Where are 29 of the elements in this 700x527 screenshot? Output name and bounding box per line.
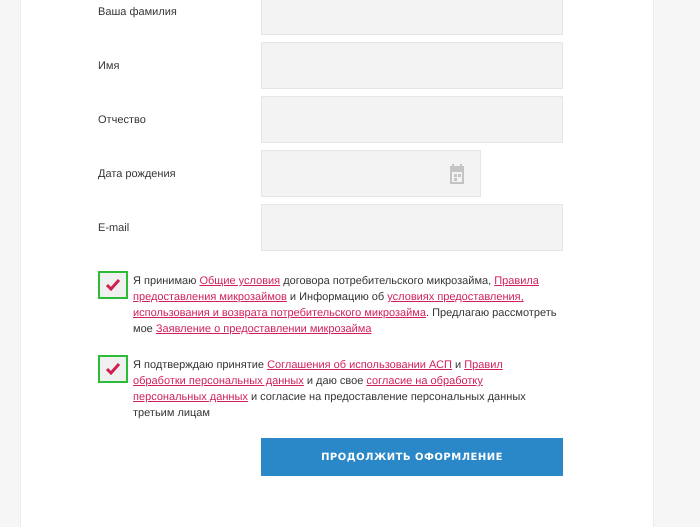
check-icon <box>106 363 120 375</box>
link[interactable]: предоставления микрозаймов <box>133 291 287 303</box>
calendar-icon <box>448 164 466 184</box>
continue-button[interactable]: ПРОДОЛЖИТЬ ОФОРМЛЕНИЕ <box>261 438 563 476</box>
field-label: E-mail <box>98 222 130 234</box>
link[interactable]: Соглашения об использовании АСП <box>267 359 452 371</box>
agreement-text: Я подтверждаю принятие Соглашения об использовании АСП и Правил обработки персональных данных и даю свое согласие на обработку персональных данных и согласие на предоставление персональных данных третьим лицам <box>133 358 527 421</box>
date-field[interactable] <box>261 150 481 197</box>
link[interactable]: Правил <box>464 359 503 371</box>
input-field[interactable] <box>261 0 563 35</box>
input-field[interactable] <box>261 42 563 89</box>
link[interactable]: персональных данных <box>133 391 248 403</box>
field-label: Ваша фамилия <box>98 6 178 18</box>
link[interactable]: Правила <box>494 275 539 287</box>
link[interactable]: согласие на обработку <box>366 375 483 387</box>
field-label: Имя <box>98 60 120 72</box>
check-icon <box>106 279 120 291</box>
agreement-text: Я принимаю Общие условия договора потребительского микрозайма, Правила предоставления микрозаймов и Информацию об условиях предоставления, использования и возврата потребительского микрозайма. Предлагаю рассмотреть мое Заявление о предоставлении микрозайма <box>133 274 558 337</box>
input-field[interactable] <box>261 204 563 251</box>
link[interactable]: Заявление о предоставлении микрозайма <box>156 323 372 335</box>
field-label: Отчество <box>98 114 147 126</box>
checkbox[interactable] <box>98 271 128 299</box>
link[interactable]: обработки персональных данных <box>133 375 304 387</box>
checkbox[interactable] <box>98 355 128 383</box>
field-label: Дата рождения <box>98 168 177 180</box>
link[interactable]: условиях предоставления, <box>387 291 524 303</box>
input-field[interactable] <box>261 96 563 143</box>
link[interactable]: Общие условия <box>199 275 280 287</box>
link[interactable]: использования и возврата потребительского микрозайма <box>133 307 426 319</box>
